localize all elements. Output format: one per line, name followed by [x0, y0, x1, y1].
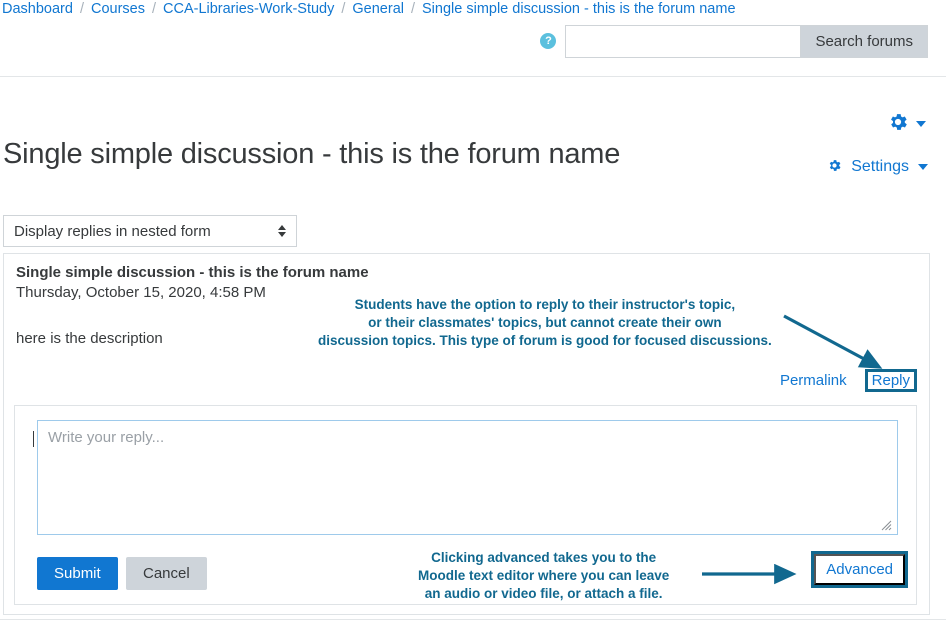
page-actions-gear-menu[interactable] [887, 111, 926, 137]
breadcrumb-item-course[interactable]: CCA-Libraries-Work-Study [163, 0, 334, 18]
breadcrumb-separator: / [341, 1, 346, 17]
textarea-text-cursor [33, 431, 34, 447]
advanced-highlight-box: Advanced [811, 551, 908, 588]
help-circle-icon[interactable]: ? [540, 33, 557, 49]
discussion-panel: Single simple discussion - this is the f… [3, 253, 930, 615]
header-divider [0, 76, 946, 77]
footer-divider [0, 619, 946, 620]
display-mode-select[interactable]: Display replies in nested form [3, 215, 297, 247]
reply-button[interactable]: Reply [868, 369, 914, 392]
permalink-link[interactable]: Permalink [780, 372, 847, 389]
submit-button[interactable]: Submit [37, 557, 118, 590]
post-body: here is the description [16, 330, 163, 347]
post-date: Thursday, October 15, 2020, 4:58 PM [16, 284, 266, 301]
breadcrumb-item-courses[interactable]: Courses [91, 0, 145, 18]
search-forums-button[interactable]: Search forums [801, 24, 928, 58]
chevron-down-icon[interactable] [918, 164, 928, 170]
breadcrumb-item-forum[interactable]: Single simple discussion - this is the f… [422, 0, 736, 18]
breadcrumb-item-general[interactable]: General [352, 0, 404, 18]
search-input[interactable] [565, 24, 802, 58]
advanced-button[interactable]: Advanced [814, 554, 905, 585]
search-forums-bar: ? Search forums [0, 20, 946, 62]
breadcrumb-separator: / [79, 1, 84, 17]
gear-icon[interactable] [887, 111, 909, 137]
reply-highlight-box: Reply [864, 369, 917, 392]
breadcrumb: Dashboard / Courses / CCA-Libraries-Work… [0, 0, 946, 18]
select-updown-icon [278, 225, 286, 237]
breadcrumb-separator: / [151, 1, 156, 17]
page-title: Single simple discussion - this is the f… [3, 138, 621, 171]
breadcrumb-item-dashboard[interactable]: Dashboard [2, 0, 73, 18]
breadcrumb-separator: / [410, 1, 416, 17]
settings-menu[interactable]: Settings [827, 157, 928, 177]
post-actions: Permalink Reply [780, 369, 917, 392]
gear-icon[interactable] [827, 158, 842, 177]
reply-textarea[interactable] [37, 420, 898, 535]
display-mode-selected-value: Display replies in nested form [14, 222, 211, 240]
settings-label[interactable]: Settings [851, 157, 909, 177]
cancel-button[interactable]: Cancel [126, 557, 207, 590]
reply-form: Submit Cancel Advanced [14, 405, 917, 605]
post-subject: Single simple discussion - this is the f… [16, 264, 369, 281]
chevron-down-icon[interactable] [916, 121, 926, 127]
